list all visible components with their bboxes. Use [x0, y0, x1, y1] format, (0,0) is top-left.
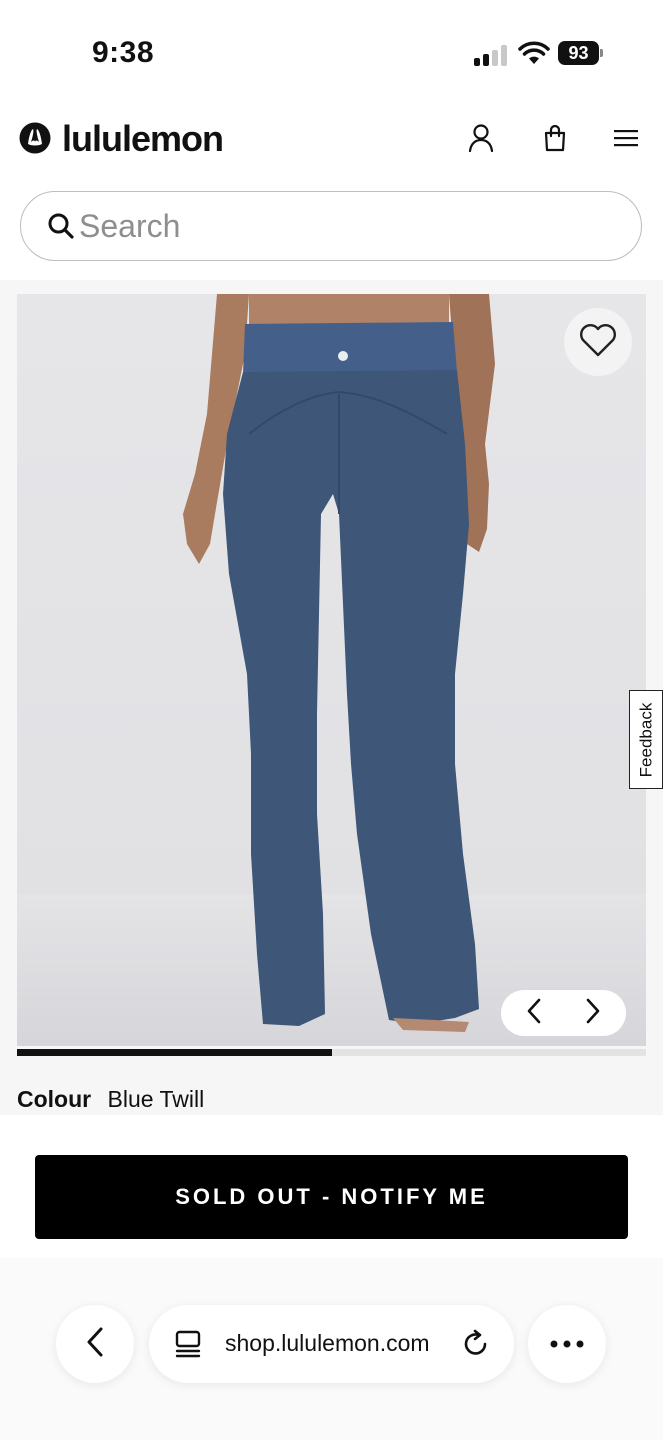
- lululemon-logo-icon[interactable]: [19, 122, 51, 154]
- colour-value: Blue Twill: [107, 1086, 205, 1112]
- browser-back-button[interactable]: [56, 1305, 134, 1383]
- wifi-icon: [518, 40, 550, 66]
- site-header: lululemon: [0, 100, 663, 180]
- status-time: 9:38: [92, 36, 155, 69]
- wishlist-button[interactable]: [564, 308, 632, 376]
- search-icon: [47, 212, 75, 240]
- tabs-icon[interactable]: [173, 1329, 203, 1359]
- carousel-controls: [501, 990, 626, 1036]
- colour-label: Colour: [17, 1086, 92, 1112]
- chevron-left-icon: [526, 998, 542, 1029]
- carousel-next-button[interactable]: [562, 990, 624, 1036]
- battery-level: 93: [558, 41, 599, 65]
- notify-me-button[interactable]: SOLD OUT - NOTIFY ME: [35, 1155, 628, 1239]
- status-bar: 9:38 93: [0, 0, 663, 100]
- feedback-label: Feedback: [636, 702, 656, 777]
- search-box[interactable]: [20, 191, 642, 261]
- brand-logo-text[interactable]: lululemon: [62, 118, 224, 160]
- reload-icon[interactable]: [461, 1329, 491, 1359]
- carousel-prev-button[interactable]: [503, 990, 565, 1036]
- battery-icon: 93: [558, 41, 604, 65]
- menu-icon[interactable]: [611, 122, 641, 154]
- more-icon: [550, 1335, 584, 1353]
- search-input[interactable]: [79, 204, 599, 248]
- colour-row: Colour Blue Twill: [17, 1086, 204, 1113]
- product-image[interactable]: [17, 294, 646, 1046]
- chevron-right-icon: [585, 998, 601, 1029]
- account-icon[interactable]: [466, 122, 496, 154]
- image-progress-track: [17, 1049, 646, 1056]
- shopping-bag-icon[interactable]: [540, 122, 570, 154]
- back-icon: [85, 1326, 105, 1363]
- browser-more-button[interactable]: [528, 1305, 606, 1383]
- image-progress-fill: [17, 1049, 332, 1056]
- url-bar[interactable]: shop.lululemon.com: [149, 1305, 514, 1383]
- feedback-tab[interactable]: Feedback: [629, 690, 663, 789]
- cellular-signal-icon: [474, 44, 508, 66]
- heart-icon: [578, 322, 618, 363]
- url-text: shop.lululemon.com: [225, 1330, 430, 1356]
